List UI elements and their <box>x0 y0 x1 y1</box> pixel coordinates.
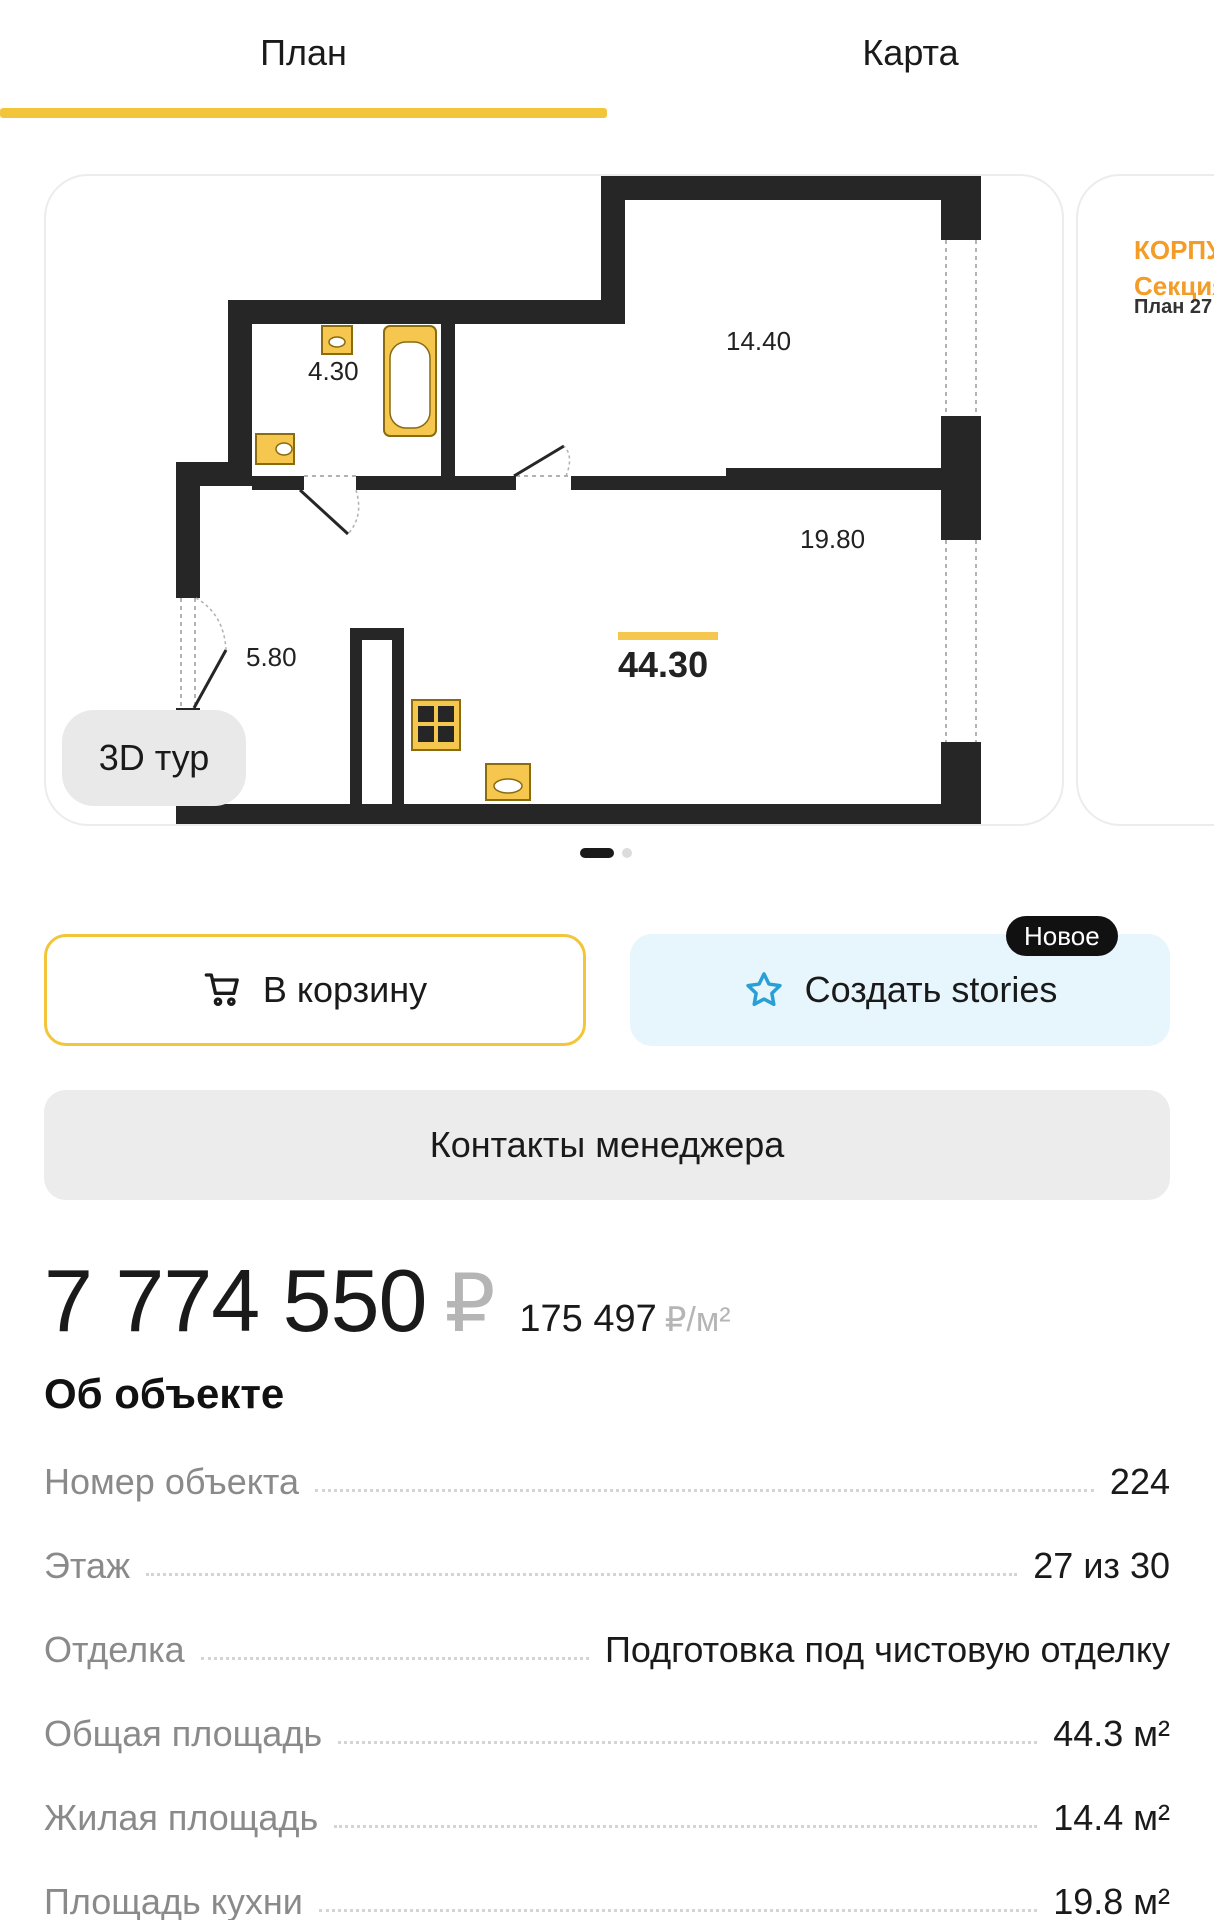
3d-tour-button[interactable]: 3D тур <box>62 710 246 806</box>
room-area-kitchen: 19.80 <box>800 524 866 554</box>
next-plan-card[interactable]: КОРПУС Секция План 27 <box>1076 174 1214 826</box>
dotted-leader <box>315 1488 1094 1492</box>
tab-plan[interactable]: План <box>0 0 607 118</box>
property-value: 14.4 м² <box>1053 1797 1170 1838</box>
next-card-title: КОРПУС Секция <box>1134 235 1214 301</box>
room-area-bedroom: 14.40 <box>726 326 792 356</box>
price-per-sqm: 175 497 <box>519 1298 657 1340</box>
property-label: Этаж <box>44 1545 131 1586</box>
dotted-leader <box>318 1908 1038 1912</box>
list-item: Отделка Подготовка под чистовую отделку <box>44 1608 1170 1692</box>
list-item: Общая площадь 44.3 м² <box>44 1692 1170 1776</box>
property-label: Отделка <box>44 1629 185 1670</box>
room-area-bath: 4.30 <box>308 356 359 386</box>
property-label: Общая площадь <box>44 1713 323 1754</box>
property-value: 27 из 30 <box>1033 1545 1170 1586</box>
create-stories-label: Создать stories <box>804 969 1058 1010</box>
about-title: Об объекте <box>44 1370 285 1417</box>
room-area-hall: 5.80 <box>246 642 297 672</box>
add-to-cart-button[interactable]: В корзину <box>44 934 586 1046</box>
tab-map[interactable]: Карта <box>607 0 1214 118</box>
total-area-label: 44.30 <box>618 644 709 685</box>
next-card-subtitle: План 27 <box>1134 296 1213 318</box>
property-value: 44.3 м² <box>1053 1713 1170 1754</box>
dotted-leader <box>338 1740 1038 1744</box>
property-list: Номер объекта 224 Этаж 27 из 30 Отделка … <box>44 1440 1170 1920</box>
dotted-leader <box>334 1824 1038 1828</box>
cart-icon <box>204 973 239 1006</box>
price-block: 7 774 550 ₽ 175 497 ₽/м² <box>44 1250 731 1350</box>
property-value: 224 <box>1109 1461 1170 1502</box>
price-currency: ₽ <box>444 1259 496 1348</box>
pagination-dot[interactable] <box>622 848 632 858</box>
pagination-dot-active[interactable] <box>580 848 614 858</box>
carousel-pagination <box>580 848 632 858</box>
active-tab-indicator <box>0 108 607 118</box>
manager-contacts-button[interactable]: Контакты менеджера <box>44 1090 1170 1200</box>
add-to-cart-label: В корзину <box>262 969 428 1010</box>
property-label: Номер объекта <box>44 1461 300 1502</box>
list-item: Площадь кухни 19.8 м² <box>44 1860 1170 1920</box>
property-label: Площадь кухни <box>44 1881 303 1920</box>
price-per-sqm-unit: ₽/м² <box>664 1301 731 1339</box>
dotted-leader <box>146 1572 1018 1576</box>
new-badge: Новое <box>1006 916 1118 956</box>
price-value: 7 774 550 <box>44 1251 427 1350</box>
property-value: 19.8 м² <box>1053 1881 1170 1920</box>
dotted-leader <box>200 1656 589 1660</box>
property-label: Жилая площадь <box>44 1797 319 1838</box>
list-item: Жилая площадь 14.4 м² <box>44 1776 1170 1860</box>
list-item: Этаж 27 из 30 <box>44 1524 1170 1608</box>
tab-bar: План Карта <box>0 0 1214 122</box>
property-value: Подготовка под чистовую отделку <box>604 1629 1170 1670</box>
list-item: Номер объекта 224 <box>44 1440 1170 1524</box>
star-icon <box>745 972 782 1007</box>
